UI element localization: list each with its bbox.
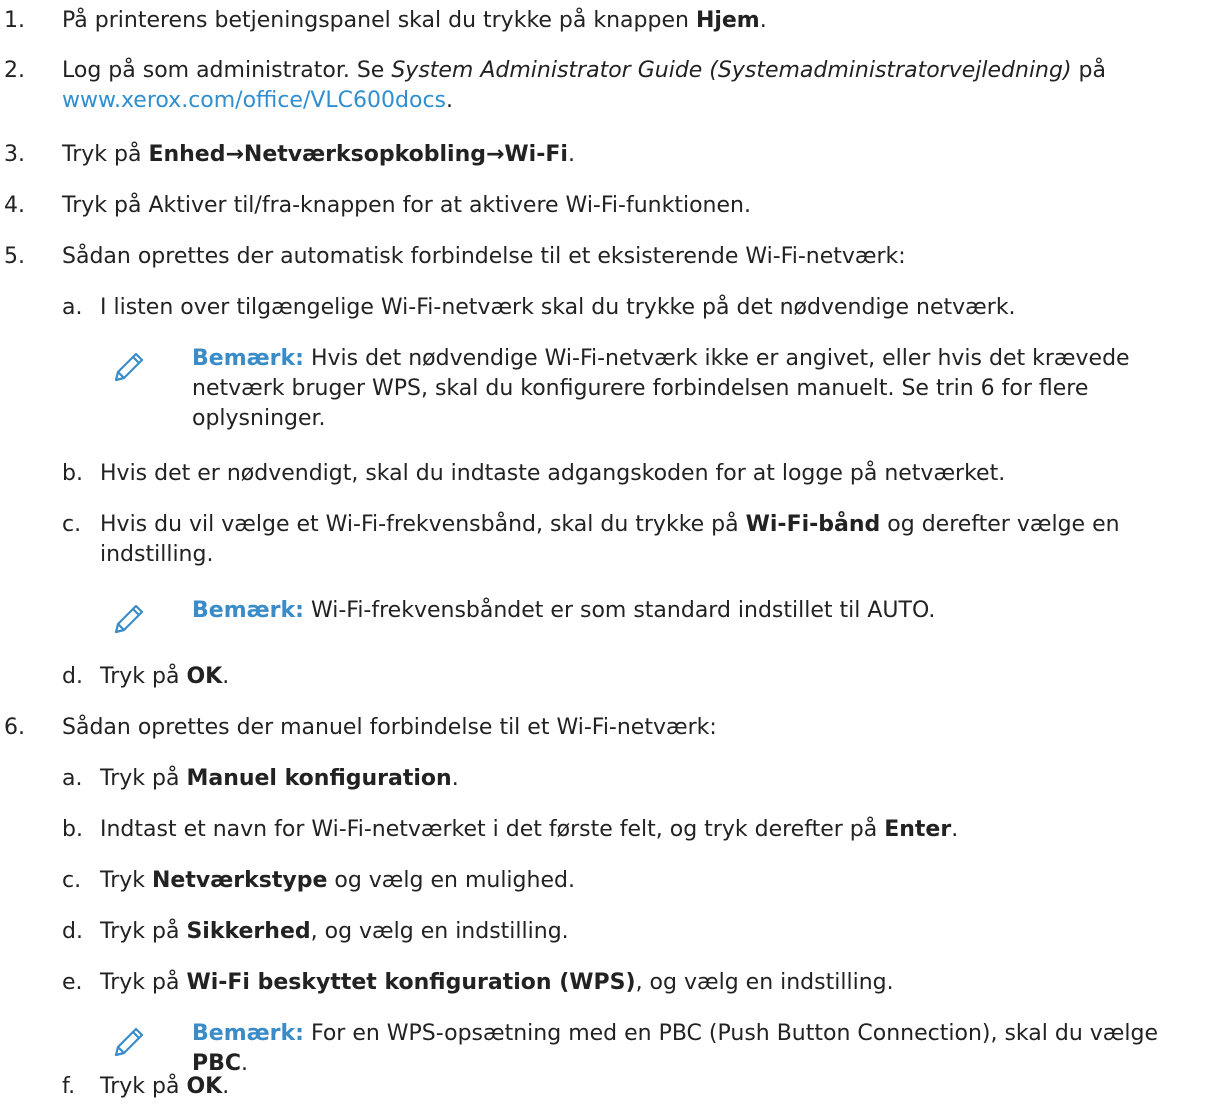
substep-text: Tryk på Wi-Fi beskyttet konfiguration (W… [100,970,894,995]
step-text: Sådan oprettes der automatisk forbindels… [62,244,906,269]
step-text: Tryk på Aktiver til/fra-knappen for at a… [62,193,751,218]
bold-term: Netværkstype [152,868,328,893]
pencil-icon [114,352,144,382]
bold-term: Sikkerhed [186,919,311,944]
substep-text: Tryk på OK. [100,664,230,689]
bold-term: Wi-Fi beskyttet konfiguration (WPS) [186,970,636,995]
step-number: 3. [4,142,25,167]
substep-text: Tryk på Sikkerhed, og vælg en indstillin… [100,919,569,944]
step-number: 5. [4,244,25,269]
substep-text: Tryk på OK. [100,1074,230,1099]
pencil-icon [114,604,144,634]
substep-text: Indtast et navn for Wi-Fi-netværket i de… [100,817,959,842]
step-text: Tryk på Enhed→Netværksopkobling→Wi-Fi. [62,142,575,167]
bold-term: Wi-Fi-bånd [745,512,881,537]
step-text: Log på som administrator. Se System Admi… [62,58,1106,113]
menu-path: Enhed→Netværksopkobling→Wi-Fi [148,142,568,167]
bold-term: OK [186,664,223,689]
document-page: 1. På printerens betjeningspanel skal du… [0,0,1215,1104]
note-label: Bemærk: [192,598,304,623]
substep-text: Tryk på Manuel konfiguration. [100,766,459,791]
note-label: Bemærk: [192,1021,304,1046]
substep-text: Tryk Netværkstype og vælg en mulighed. [100,868,575,893]
note-text: Bemærk: Hvis det nødvendige Wi-Fi-netvær… [192,346,1130,431]
note-text: Bemærk: Wi-Fi-frekvensbåndet er som stan… [192,598,936,623]
substep-text: I listen over tilgængelige Wi-Fi-netværk… [100,295,1016,320]
guide-title: System Administrator Guide (Systemadmini… [391,58,1072,83]
step-number: 2. [4,58,25,83]
substep-text: Hvis du vil vælge et Wi-Fi-frekvensbånd,… [100,512,1120,567]
step-number: 1. [4,8,25,33]
step-number: 4. [4,193,25,218]
pencil-icon [114,1027,144,1057]
docs-link[interactable]: www.xerox.com/office/VLC600docs [62,88,446,113]
note-text: Bemærk: For en WPS-opsætning med en PBC … [192,1021,1158,1076]
step-number: 6. [4,715,25,740]
bold-term: Manuel konfiguration [186,766,452,791]
bold-term: Hjem [695,8,760,33]
bold-term: OK [186,1074,223,1099]
step-text: På printerens betjeningspanel skal du tr… [62,8,767,33]
step-text: Sådan oprettes der manuel forbindelse ti… [62,715,717,740]
substep-text: Hvis det er nødvendigt, skal du indtaste… [100,461,1006,486]
note-label: Bemærk: [192,346,304,371]
bold-term: Enter [884,817,952,842]
